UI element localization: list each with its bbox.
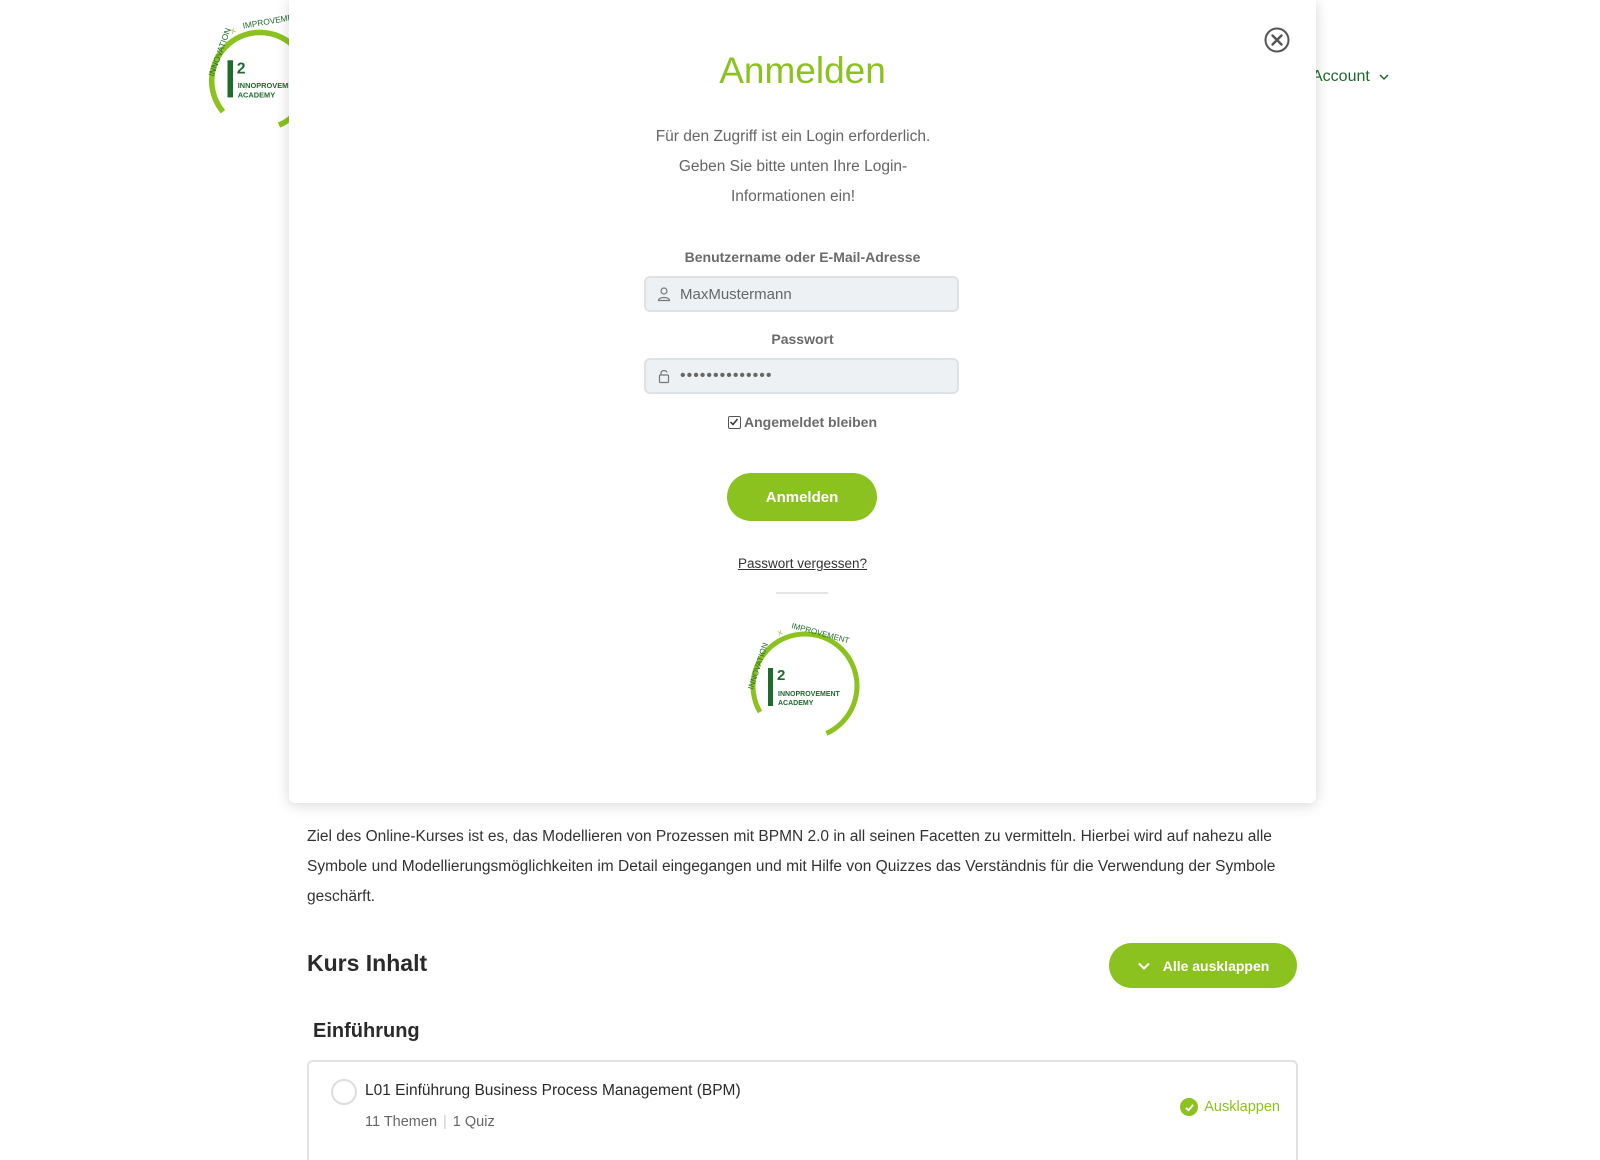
section-title: Einführung — [313, 1020, 420, 1042]
academy-logo: INNOVATION X IMPROVEMENT 2 INNOPROVEMENT… — [746, 621, 860, 741]
remember-me[interactable]: Angemeldet bleiben — [289, 414, 1316, 430]
chevron-down-icon — [1137, 962, 1150, 970]
login-modal: Anmelden Für den Zugriff ist ein Login e… — [289, 0, 1316, 803]
meta-separator: | — [443, 1114, 447, 1130]
divider — [776, 592, 828, 594]
username-field-wrapper[interactable] — [644, 276, 959, 312]
modal-logo-superscript: 2 — [777, 667, 785, 684]
password-field-wrapper[interactable] — [644, 358, 959, 394]
lesson-status-circle-icon — [331, 1079, 357, 1105]
modal-logo-letter-bar — [768, 668, 773, 706]
password-label: Passwort — [771, 331, 834, 347]
user-icon — [657, 287, 671, 302]
modal-logo-name-line2: ACADEMY — [778, 700, 814, 707]
lesson-expand-button[interactable]: Ausklappen — [1180, 1098, 1280, 1116]
modal-logo-name-line1: INNOPROVEMENT — [778, 691, 841, 698]
logo-name-line2: ACADEMY — [238, 90, 276, 99]
nav-account-label: Account — [1312, 68, 1370, 85]
username-label: Benutzername oder E-Mail-Adresse — [684, 249, 921, 265]
password-input[interactable] — [680, 367, 940, 385]
chevron-down-icon — [1379, 74, 1389, 81]
lesson-quiz-count: 1 Quiz — [452, 1114, 495, 1130]
lesson-meta: 11 Themen | 1 Quiz — [365, 1114, 495, 1130]
intro-line-2: Geben Sie bitte unten Ihre Login- — [678, 158, 908, 175]
lock-icon — [658, 370, 670, 384]
login-submit-button[interactable]: Anmelden — [727, 473, 877, 521]
check-circle-icon — [1180, 1098, 1199, 1116]
forgot-password-link[interactable]: Passwort vergessen? — [289, 556, 1316, 571]
course-content-heading: Kurs Inhalt — [307, 950, 428, 976]
modal-logo-arc-text-left: INNOVATION — [746, 641, 770, 690]
logo-letter-bar — [227, 60, 234, 98]
lesson-topics-count: 11 Themen — [365, 1114, 438, 1130]
intro-line-1: Für den Zugriff ist ein Login erforderli… — [655, 128, 931, 145]
username-input[interactable] — [680, 285, 940, 303]
lesson-title[interactable]: L01 Einführung Business Process Manageme… — [365, 1082, 741, 1100]
nav-account-menu[interactable]: Account — [1312, 68, 1390, 86]
lesson-expand-label: Ausklappen — [1204, 1099, 1280, 1115]
course-description: Ziel des Online-Kurses ist es, das Model… — [307, 828, 1276, 905]
remember-label: Angemeldet bleiben — [743, 414, 878, 430]
intro-line-3: Informationen ein! — [730, 188, 856, 205]
expand-all-label: Alle ausklappen — [1162, 957, 1270, 974]
logo-superscript: 2 — [237, 60, 246, 77]
modal-title: Anmelden — [719, 50, 886, 91]
lesson-item[interactable]: L01 Einführung Business Process Manageme… — [307, 1060, 1298, 1160]
modal-intro-text: Für den Zugriff ist ein Login erforderli… — [643, 122, 943, 212]
remember-checkbox[interactable] — [727, 415, 741, 429]
expand-all-button[interactable]: Alle ausklappen — [1109, 943, 1297, 988]
